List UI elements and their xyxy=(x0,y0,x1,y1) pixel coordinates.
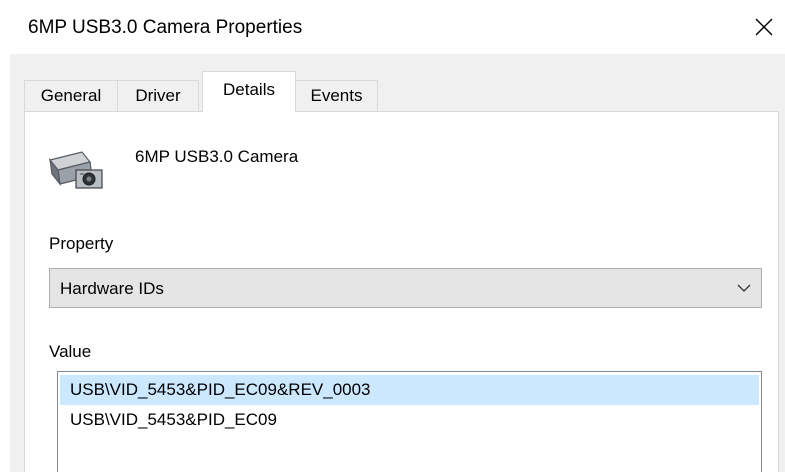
tab-driver-label: Driver xyxy=(135,86,181,105)
chevron-down-icon xyxy=(737,284,751,292)
close-button[interactable] xyxy=(748,12,780,42)
properties-dialog: 6MP USB3.0 Camera Properties General Dri… xyxy=(0,0,785,472)
device-name: 6MP USB3.0 Camera xyxy=(135,147,299,166)
value-label: Value xyxy=(49,342,92,361)
tab-events[interactable]: Events xyxy=(295,80,378,111)
camera-icon xyxy=(48,151,103,189)
value-list-item-text: USB\VID_5453&PID_EC09&REV_0003 xyxy=(70,380,371,399)
tab-general[interactable]: General xyxy=(24,80,118,111)
property-label: Property xyxy=(49,234,114,253)
tab-details[interactable]: Details xyxy=(202,71,296,112)
value-list-item-1[interactable]: USB\VID_5453&PID_EC09&REV_0003 xyxy=(60,375,759,405)
tab-events-label: Events xyxy=(310,86,363,105)
tab-general-label: General xyxy=(40,86,102,105)
value-list[interactable]: USB\VID_5453&PID_EC09&REV_0003 USB\VID_5… xyxy=(57,371,762,472)
close-icon xyxy=(755,18,773,36)
value-list-item-2[interactable]: USB\VID_5453&PID_EC09 xyxy=(60,405,759,435)
tab-driver[interactable]: Driver xyxy=(117,80,199,111)
tab-details-label: Details xyxy=(223,80,275,99)
window-title: 6MP USB3.0 Camera Properties xyxy=(28,17,303,38)
property-dropdown[interactable]: Hardware IDs xyxy=(49,268,762,308)
title-bar[interactable]: 6MP USB3.0 Camera Properties xyxy=(0,0,785,54)
property-dropdown-value: Hardware IDs xyxy=(60,279,164,298)
value-list-item-text: USB\VID_5453&PID_EC09 xyxy=(70,410,277,429)
